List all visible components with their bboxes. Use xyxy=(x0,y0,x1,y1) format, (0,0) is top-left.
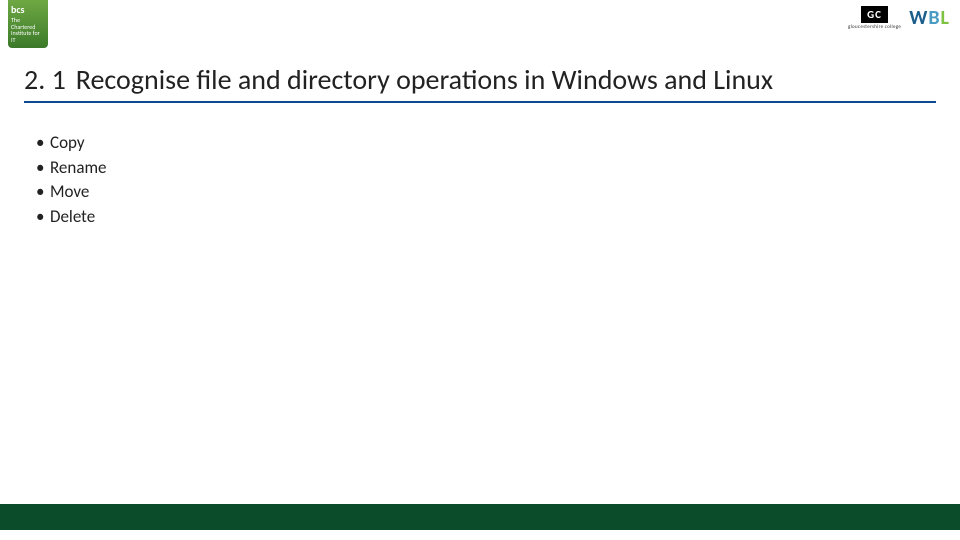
wbl-letter-l: L xyxy=(941,6,950,30)
heading-title: Recognise file and directory operations … xyxy=(76,62,773,97)
header-region: bcs The Chartered Institute for IT GC gl… xyxy=(0,0,960,50)
gc-logo: GC gloucestershire college xyxy=(848,6,901,30)
bcs-logo: bcs The Chartered Institute for IT xyxy=(8,0,48,48)
list-item: Copy xyxy=(36,131,960,156)
gc-logo-text: GC xyxy=(861,6,888,23)
right-logos: GC gloucestershire college WBL xyxy=(848,6,950,30)
wbl-logo: WBL xyxy=(909,8,950,28)
footer-bar xyxy=(0,504,960,530)
bullet-list: Copy Rename Move Delete xyxy=(36,131,960,230)
bcs-logo-tagline: The Chartered Institute for IT xyxy=(11,16,40,44)
wbl-letter-w: W xyxy=(909,6,928,30)
list-item: Delete xyxy=(36,205,960,230)
gc-logo-sub: gloucestershire college xyxy=(848,24,901,30)
bcs-logo-text: bcs xyxy=(11,4,45,15)
heading-number: 2. 1 xyxy=(24,62,66,97)
heading-wrap: 2. 1 Recognise file and directory operati… xyxy=(24,62,936,103)
list-item: Move xyxy=(36,180,960,205)
list-item: Rename xyxy=(36,156,960,181)
wbl-letter-b: B xyxy=(928,6,940,30)
slide-heading: 2. 1 Recognise file and directory operati… xyxy=(24,62,936,97)
